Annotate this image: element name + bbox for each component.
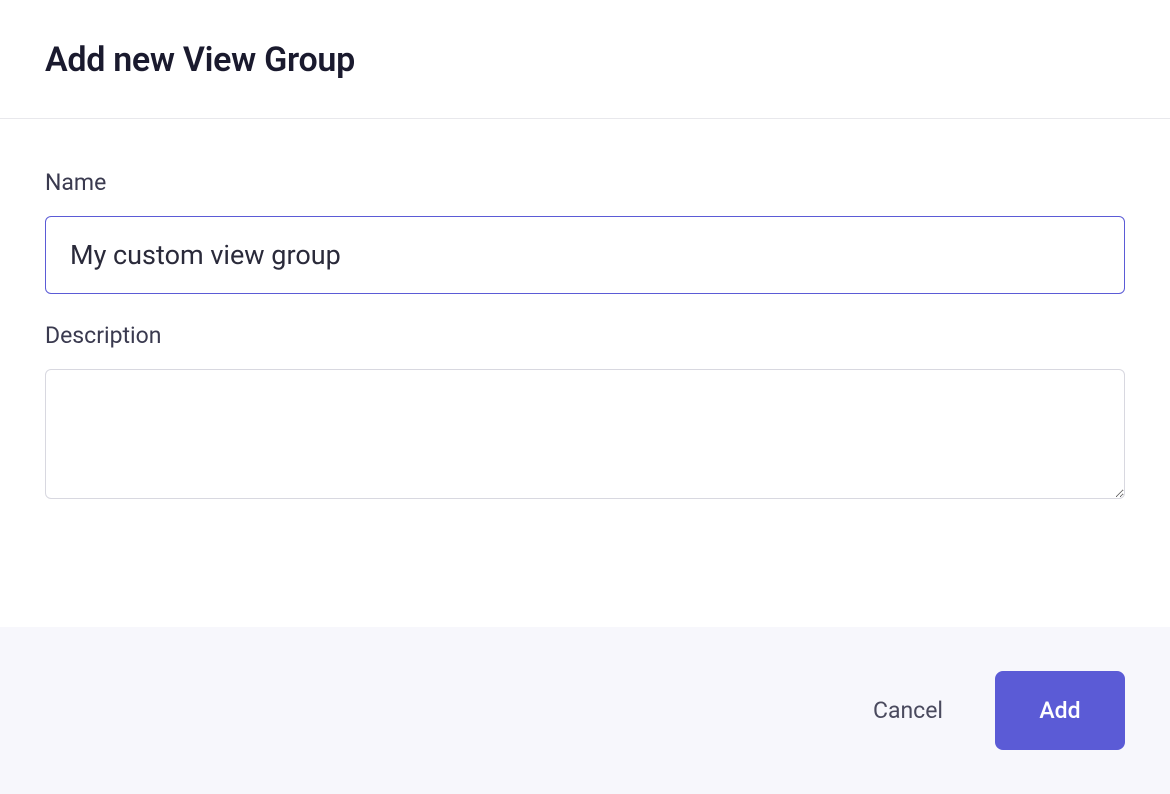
cancel-button[interactable]: Cancel [869, 689, 947, 732]
name-label: Name [45, 169, 1125, 196]
modal-footer: Cancel Add [0, 627, 1170, 794]
name-input[interactable] [45, 216, 1125, 294]
name-field-group: Name [45, 169, 1125, 294]
description-field-group: Description [45, 322, 1125, 503]
modal-header: Add new View Group [0, 0, 1170, 119]
description-input[interactable] [45, 369, 1125, 499]
description-label: Description [45, 322, 1125, 349]
modal-body: Name Description [0, 119, 1170, 627]
add-button[interactable]: Add [995, 671, 1125, 750]
modal-title: Add new View Group [45, 40, 1125, 80]
add-view-group-modal: Add new View Group Name Description Canc… [0, 0, 1170, 794]
